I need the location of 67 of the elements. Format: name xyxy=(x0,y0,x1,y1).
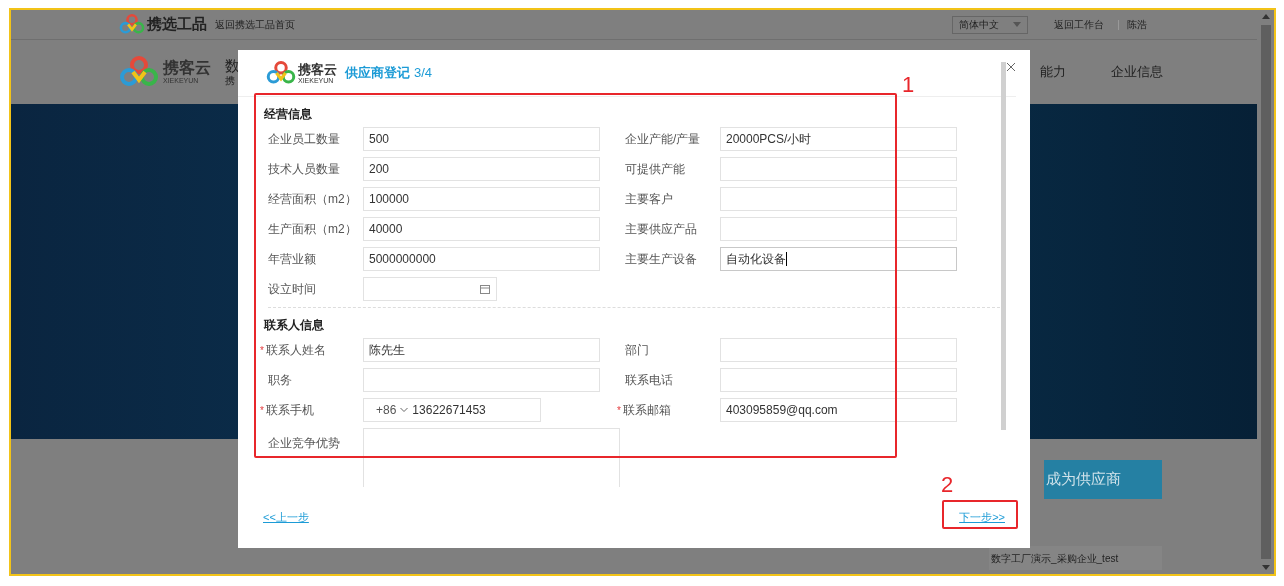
chevron-down-icon[interactable] xyxy=(400,407,409,413)
required-mark: * xyxy=(260,403,264,418)
field-label: 年营业额 xyxy=(268,251,316,268)
field-label: 主要客户 xyxy=(625,191,673,208)
input-field[interactable]: 20000PCS/小时 xyxy=(720,127,957,151)
user-name[interactable]: 陈浩 xyxy=(1127,17,1147,32)
scroll-down-icon[interactable] xyxy=(1261,565,1270,570)
close-icon[interactable] xyxy=(1006,62,1016,72)
field-label: 主要生产设备 xyxy=(625,251,697,268)
input-field[interactable] xyxy=(720,338,957,362)
calendar-icon[interactable] xyxy=(480,284,490,294)
phone-field[interactable]: +86 13622671453 xyxy=(363,398,541,422)
dialog-logo-icon xyxy=(266,61,296,85)
required-mark: * xyxy=(617,403,621,418)
input-field[interactable] xyxy=(363,368,600,392)
input-field[interactable]: 500 xyxy=(363,127,600,151)
section-title: 联系人信息 xyxy=(264,317,325,334)
field-label: 经营面积（m2） xyxy=(268,191,357,208)
back-home-link[interactable]: 返回携选工品首页 xyxy=(215,17,295,32)
field-label: 联系人姓名 xyxy=(265,342,326,359)
nav-item[interactable]: 能力 xyxy=(1040,62,1066,82)
field-label: 企业竞争优势 xyxy=(268,435,340,452)
field-label: 技术人员数量 xyxy=(268,161,340,178)
field-label: 职务 xyxy=(268,372,292,389)
input-field[interactable]: 自动化设备 xyxy=(720,247,957,271)
field-label: 设立时间 xyxy=(268,281,316,298)
brand-logo xyxy=(119,14,145,35)
country-code[interactable]: +86 xyxy=(376,401,397,419)
input-field[interactable]: 403095859@qq.com xyxy=(720,398,957,422)
input-field[interactable] xyxy=(720,217,957,241)
company-item[interactable]: 数字工厂演示_采购企业_test xyxy=(989,546,1162,570)
logo-text: 携客云 xyxy=(163,59,211,77)
field-label: 可提供产能 xyxy=(625,161,685,178)
nav-subtitle: 携 xyxy=(225,75,236,87)
dialog-title: 供应商登记 xyxy=(345,64,410,83)
field-label: 联系手机 xyxy=(265,402,314,419)
field-label: 企业员工数量 xyxy=(268,131,340,148)
nav-item[interactable]: 企业信息 xyxy=(1111,62,1163,82)
logo-icon xyxy=(119,56,159,88)
section-title: 经营信息 xyxy=(264,106,313,123)
dialog-step: 3/4 xyxy=(414,63,433,83)
dialog-scrollbar[interactable] xyxy=(1001,62,1006,430)
annotation-number: 2 xyxy=(941,474,954,496)
input-field[interactable] xyxy=(720,368,957,392)
input-field[interactable]: 100000 xyxy=(363,187,600,211)
field-label: 联系邮箱 xyxy=(622,402,671,419)
nav-title: 数 xyxy=(225,57,240,75)
scroll-up-icon[interactable] xyxy=(1261,14,1270,19)
field-label: 企业产能/产量 xyxy=(625,131,701,148)
input-field[interactable] xyxy=(720,187,957,211)
field-label: 联系电话 xyxy=(625,372,673,389)
input-field[interactable]: 200 xyxy=(363,157,600,181)
annotation-number: 1 xyxy=(902,74,915,96)
required-mark: * xyxy=(260,343,264,358)
field-label: 主要供应产品 xyxy=(625,221,697,238)
dialog-logo-text: 携客云 xyxy=(298,61,337,77)
date-field[interactable] xyxy=(363,277,497,301)
field-label: 部门 xyxy=(625,342,649,359)
dropdown-arrow-icon[interactable] xyxy=(1013,22,1021,27)
brand-name: 携选工品 xyxy=(147,14,207,35)
input-field[interactable]: 40000 xyxy=(363,217,600,241)
input-field[interactable]: 陈先生 xyxy=(363,338,600,362)
field-label: 生产面积（m2） xyxy=(268,221,357,238)
workbench-link[interactable]: 返回工作台 xyxy=(1054,17,1104,32)
input-field[interactable]: 5000000000 xyxy=(363,247,600,271)
input-field[interactable] xyxy=(720,157,957,181)
language-select[interactable]: 简体中文 xyxy=(952,15,1028,34)
